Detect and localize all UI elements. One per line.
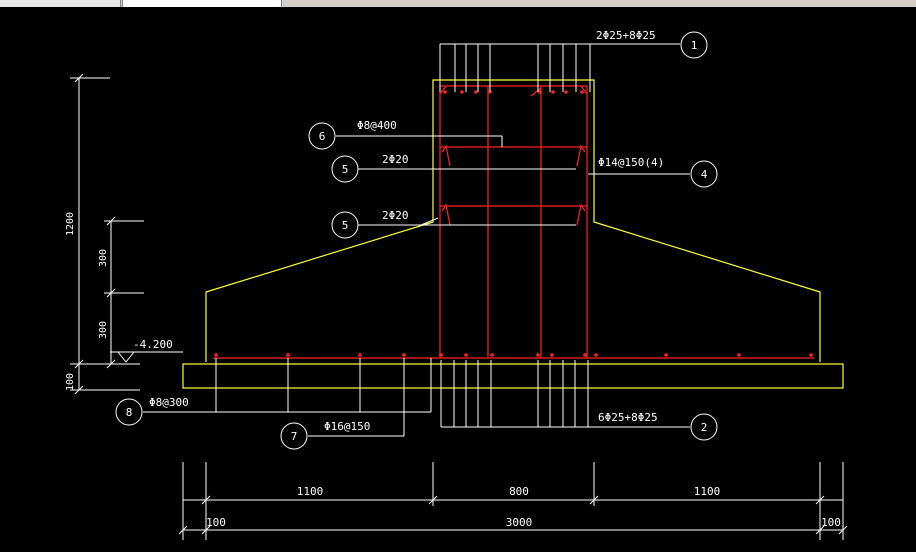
dim-bottom-mid: 800 (509, 485, 529, 498)
waist-bars-lower-label[interactable]: 2Φ20 (382, 209, 409, 222)
top-bars-label[interactable]: 2Φ25+8Φ25 (596, 29, 656, 42)
callout-2-label: 2 (701, 421, 708, 434)
callout-5-upper-label: 5 (342, 163, 349, 176)
dim-edge-right: 100 (821, 516, 841, 529)
footing-outline (205, 79, 821, 362)
mesh-x-label[interactable]: Φ8@300 (149, 396, 189, 409)
rebar-labels: 2Φ25+8Φ25 6Φ25+8Φ25 Φ8@400 2Φ20 2Φ20 Φ14… (133, 29, 664, 433)
stirrup-label[interactable]: Φ14@150(4) (598, 156, 664, 169)
hook (576, 144, 586, 167)
waist-bars-upper-label[interactable]: 2Φ20 (382, 153, 409, 166)
callout-circles: 1 2 4 5 5 6 7 8 (115, 31, 718, 450)
callout-7-label: 7 (291, 430, 298, 443)
mesh-y-label[interactable]: Φ16@150 (324, 420, 370, 433)
rebar-group (213, 85, 814, 359)
dim-bottom-right: 1100 (694, 485, 721, 498)
dim-edge-left: 100 (206, 516, 226, 529)
callout-8-label: 8 (126, 406, 133, 419)
dim-left-height: 1200 (65, 212, 76, 236)
dim-left-lower: 300 (98, 321, 109, 339)
dimension-labels: 1200 300 300 100 1100 800 1100 3000 100 … (65, 212, 841, 529)
tie-bar-label[interactable]: Φ8@400 (357, 119, 397, 132)
cushion-layer (182, 363, 844, 389)
bottom-bars-label[interactable]: 6Φ25+8Φ25 (598, 411, 658, 424)
elevation-label[interactable]: -4.200 (133, 338, 173, 351)
concrete-outline (182, 79, 844, 389)
callout-1-label: 1 (691, 39, 698, 52)
cad-drawing-canvas[interactable]: 1 2 4 5 5 6 7 8 2Φ25+8Φ25 6Φ25+8Φ25 Φ8@4… (0, 0, 916, 552)
dim-bottom-total: 3000 (506, 516, 533, 529)
callout-5-lower-label: 5 (342, 219, 349, 232)
dim-bottom-left: 1100 (297, 485, 324, 498)
leader-lines (110, 43, 690, 437)
hook (441, 144, 451, 167)
hook (441, 203, 451, 226)
callout-4-label: 4 (701, 168, 708, 181)
dim-left-upper: 300 (98, 249, 109, 267)
callout-6-label: 6 (319, 130, 326, 143)
bottom-mesh-dots (214, 353, 813, 357)
dim-left-base: 100 (65, 373, 76, 391)
hook (576, 203, 586, 226)
